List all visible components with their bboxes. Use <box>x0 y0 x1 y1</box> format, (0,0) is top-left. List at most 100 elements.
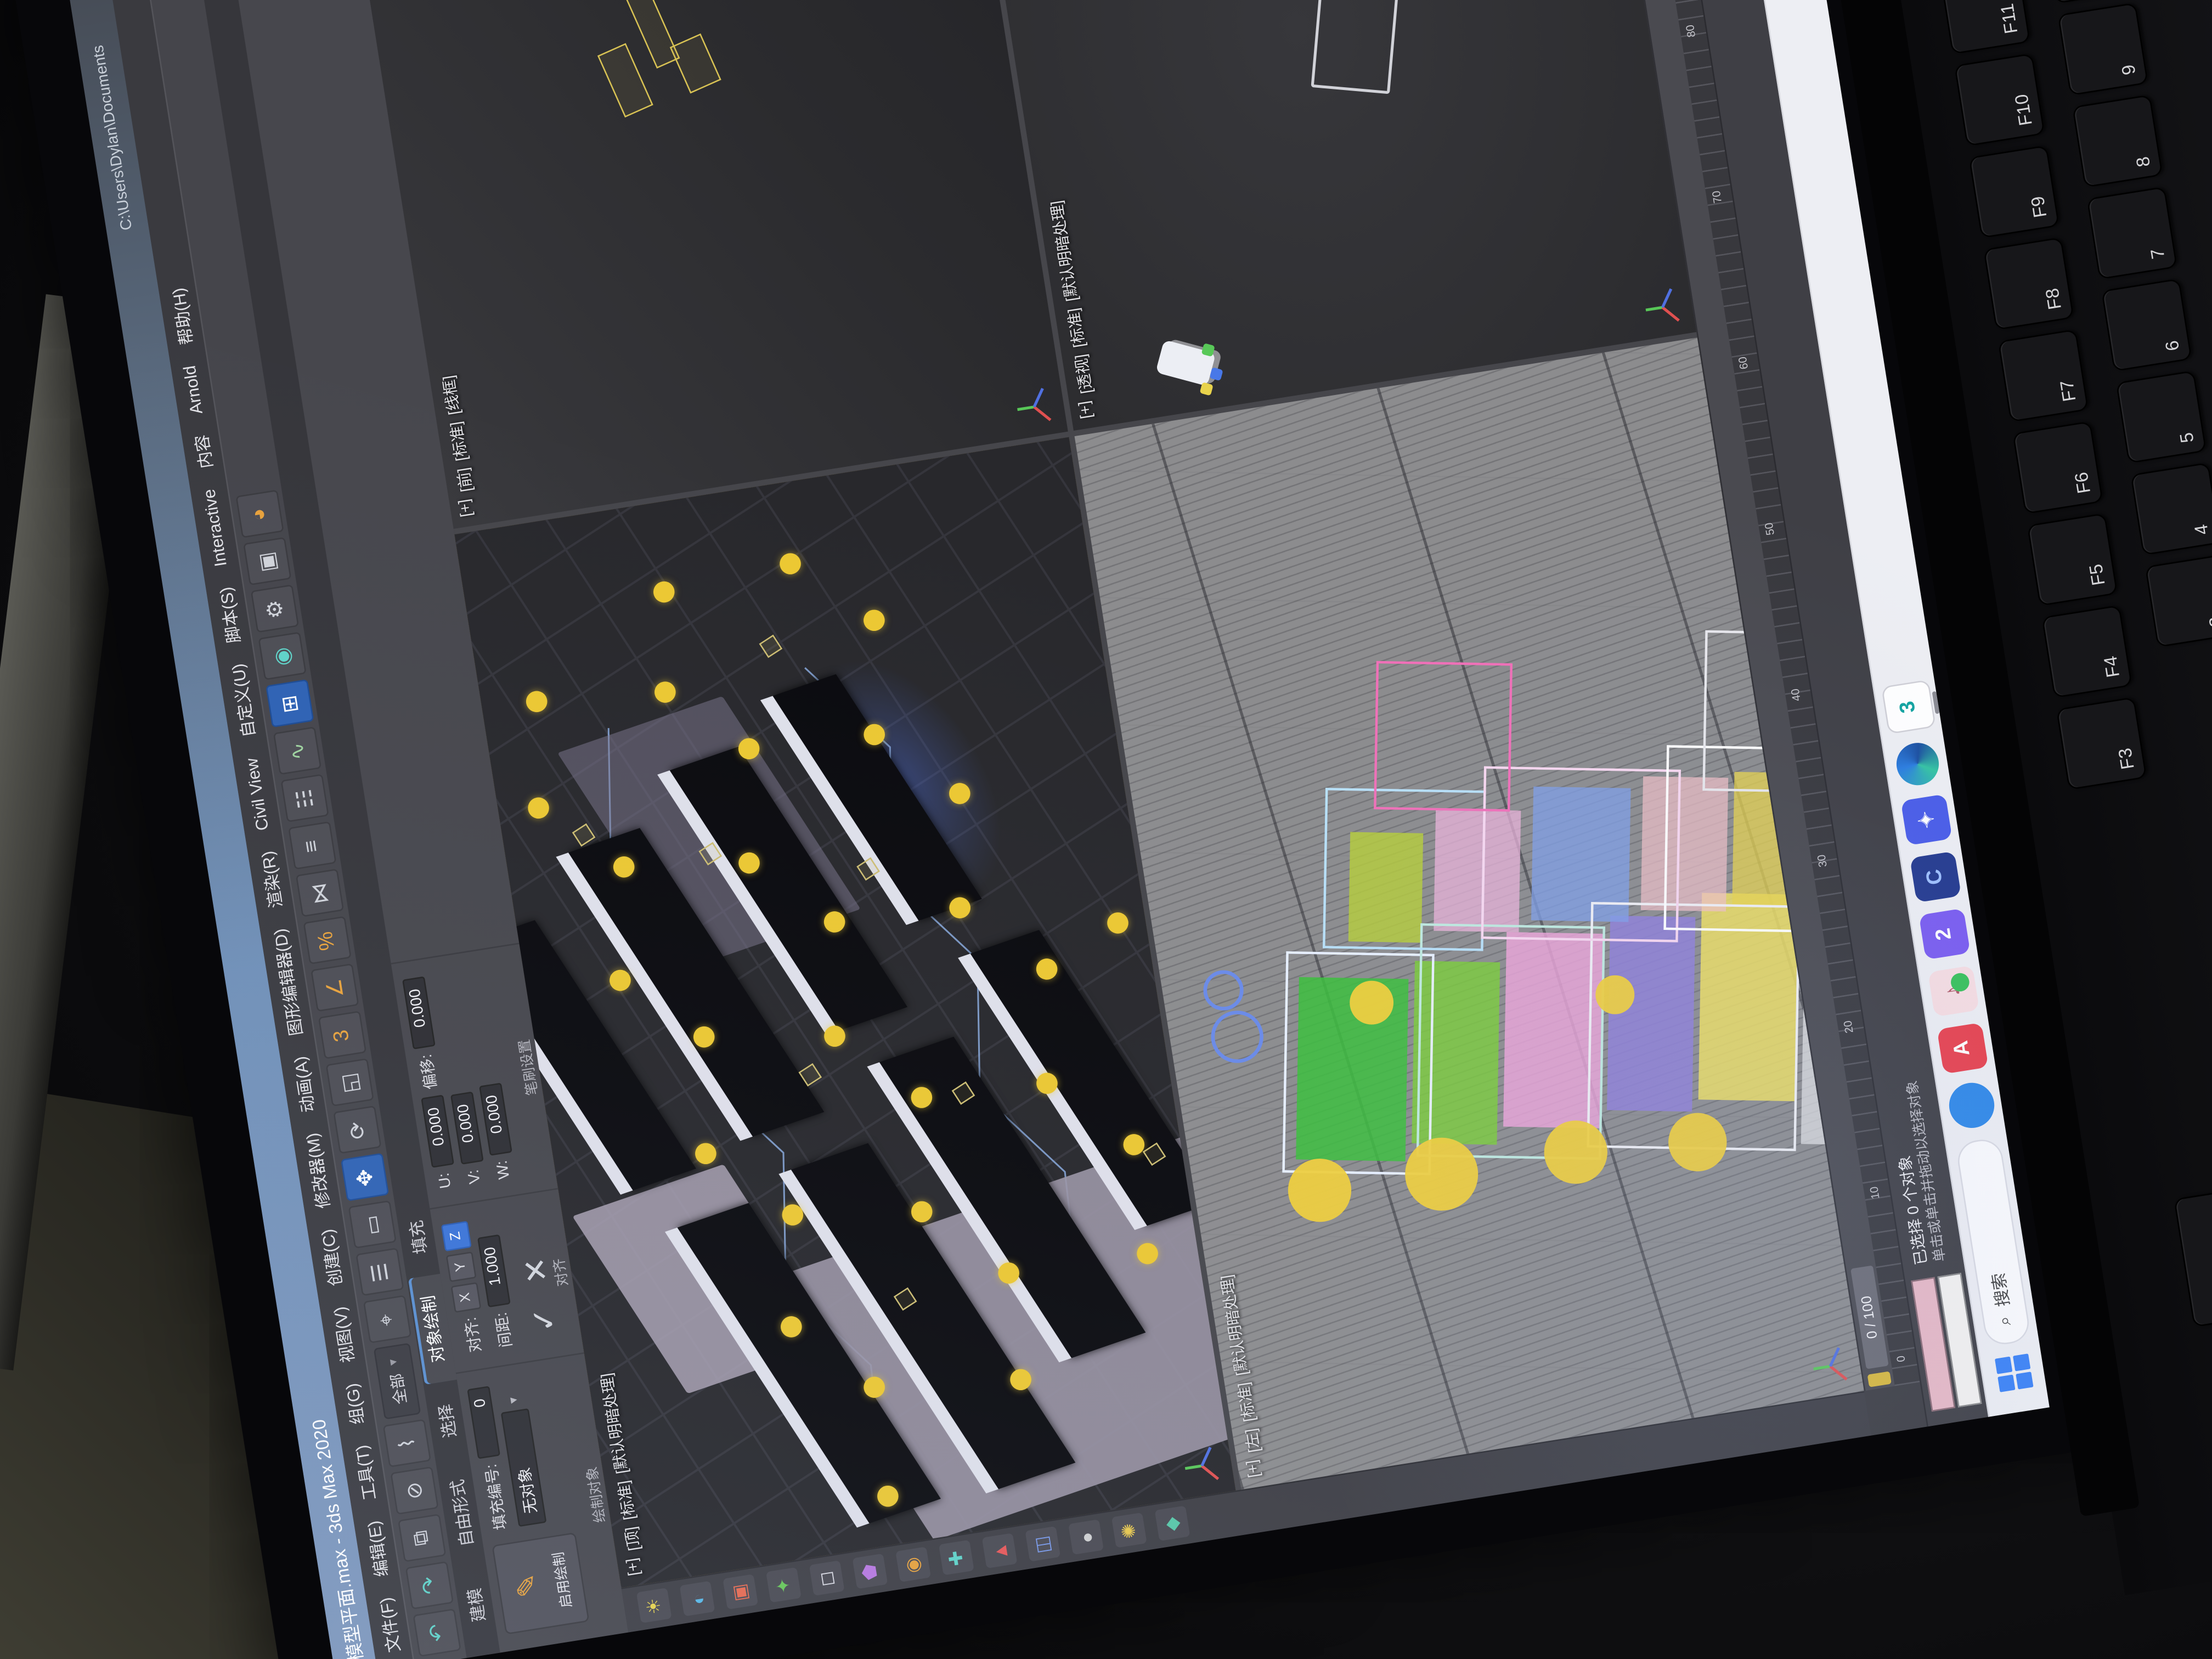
redo-icon[interactable]: ↷ <box>404 1561 453 1610</box>
viewport-front[interactable]: [+] [前] [标准] [线框] <box>350 0 1068 529</box>
key-6[interactable]: 6 <box>2101 278 2192 371</box>
time-slider-cap[interactable] <box>1867 1371 1892 1387</box>
rotate-icon[interactable]: ⟳ <box>332 1106 381 1154</box>
bind-spacewarp-icon[interactable]: ⌇ <box>382 1419 430 1468</box>
key-8[interactable]: 8 <box>2072 94 2163 188</box>
menu-item-16[interactable]: 帮助(H) <box>165 286 198 347</box>
axis-button-Z[interactable]: Z <box>441 1221 472 1251</box>
app-3dsmax[interactable]: 3 <box>1881 680 1936 735</box>
key-7[interactable]: 7 <box>2087 187 2178 280</box>
curve-editor-icon[interactable]: ∿ <box>273 727 321 776</box>
app-meeting[interactable]: 2 <box>1918 909 1970 960</box>
flare-icon[interactable]: ✺ <box>1111 1513 1147 1549</box>
render-setup-icon[interactable]: ⚙ <box>250 585 298 634</box>
viewport-label-segment[interactable]: [标准] <box>444 420 472 463</box>
menu-item-14[interactable]: 内容 <box>188 433 217 470</box>
fill-number-field[interactable]: 0 <box>467 1386 500 1459</box>
key-F9[interactable]: F9 <box>1969 145 2060 239</box>
menu-item-0[interactable]: 文件(F) <box>373 1596 405 1655</box>
plane-icon[interactable]: ◻ <box>809 1561 845 1596</box>
app-edge[interactable] <box>1893 740 1941 788</box>
app-music[interactable]: ♪ <box>1927 966 1979 1017</box>
viewport-label-segment[interactable]: [左] <box>1239 1427 1266 1454</box>
menu-item-4[interactable]: 视图(V) <box>326 1305 359 1364</box>
menu-item-9[interactable]: 渲染(R) <box>254 849 287 910</box>
mirror-icon[interactable]: ⋈ <box>295 870 343 918</box>
poly-icon[interactable]: ⬟ <box>853 1554 888 1590</box>
viewport-label-segment[interactable]: [+] <box>1244 1458 1269 1479</box>
dot-icon[interactable]: ● <box>1068 1520 1104 1556</box>
menu-item-1[interactable]: 编辑(E) <box>360 1519 393 1578</box>
key-F4[interactable]: F4 <box>2041 605 2132 698</box>
layer-manager-icon[interactable]: ☷ <box>280 775 328 823</box>
star-icon[interactable]: ✦ <box>766 1568 802 1604</box>
schematic-view-icon[interactable]: ⊞ <box>265 680 313 728</box>
target-icon[interactable]: ◉ <box>895 1547 931 1583</box>
key-F10[interactable]: F10 <box>1954 53 2045 146</box>
menu-item-3[interactable]: 组(G) <box>338 1382 369 1426</box>
select-by-name-icon[interactable]: ☰ <box>355 1249 403 1297</box>
key-F6[interactable]: F6 <box>2012 421 2103 514</box>
viewport-label-segment[interactable]: [线框] <box>437 374 465 416</box>
app-red[interactable]: A <box>1936 1023 1988 1074</box>
axis-button-Y[interactable]: Y <box>446 1251 477 1282</box>
key-4[interactable]: 4 <box>2130 462 2212 556</box>
select-link-icon[interactable]: ⧉ <box>397 1514 445 1562</box>
key-9[interactable]: 9 <box>2057 3 2148 96</box>
key-F3[interactable]: F3 <box>2056 697 2147 790</box>
viewport-label-segment[interactable]: [+] <box>456 497 482 518</box>
menu-item-10[interactable]: Civil View <box>241 757 272 832</box>
menu-item-2[interactable]: 工具(T) <box>348 1443 381 1502</box>
select-region-icon[interactable]: ▭ <box>347 1201 396 1249</box>
window-icon[interactable]: ◫ <box>1025 1527 1061 1562</box>
selection-filter-dropdown[interactable]: 全部▾ <box>373 1344 420 1420</box>
key-F8[interactable]: F8 <box>1983 237 2074 330</box>
menu-item-15[interactable]: Arnold <box>179 364 207 416</box>
diamond-icon[interactable]: ◆ <box>1155 1506 1190 1542</box>
offset-field[interactable]: 0.000 <box>402 976 436 1049</box>
angle-snap-icon[interactable]: ∠ <box>310 964 358 1012</box>
viewport-label-segment[interactable]: [透视] <box>1069 353 1097 396</box>
app-navy[interactable]: C <box>1909 851 1961 903</box>
align-icon[interactable]: ≡ <box>287 822 336 870</box>
box-icon[interactable]: ▣ <box>723 1575 759 1610</box>
menu-item-11[interactable]: 自定义(U) <box>224 662 259 740</box>
sphere-icon[interactable]: ◐ <box>680 1582 715 1617</box>
percent-snap-icon[interactable]: % <box>302 917 351 965</box>
w-field[interactable]: 0.000 <box>479 1082 512 1155</box>
enable-paint-button[interactable]: ✎ 启用绘制 <box>492 1532 589 1635</box>
v-field[interactable]: 0.000 <box>450 1091 484 1164</box>
viewport-label-segment[interactable]: [+] <box>624 1556 649 1577</box>
app-blue[interactable]: ✦ <box>1900 794 1951 845</box>
viewport-label-segment[interactable]: [+] <box>1076 399 1102 420</box>
menu-item-12[interactable]: 脚本(S) <box>212 585 245 645</box>
render-frame-icon[interactable]: ▣ <box>242 538 291 586</box>
menu-item-13[interactable]: Interactive <box>199 488 231 568</box>
scale-icon[interactable]: ◱ <box>325 1059 373 1107</box>
snap-toggle-icon[interactable]: 3 <box>318 1012 366 1060</box>
menu-item-6[interactable]: 修改器(M) <box>299 1131 335 1210</box>
render-icon[interactable]: ◕ <box>235 490 283 539</box>
key-F7[interactable]: F7 <box>1998 329 2089 422</box>
start-button[interactable] <box>1994 1353 2033 1392</box>
cone-icon[interactable]: ▲ <box>982 1534 1018 1570</box>
key-5[interactable]: 5 <box>2116 370 2207 464</box>
viewport-label-segment[interactable]: [标准] <box>1062 307 1090 349</box>
viewport-label-segment[interactable]: [顶] <box>619 1525 645 1553</box>
select-move-icon[interactable]: ✥ <box>340 1154 388 1202</box>
axis-button-X[interactable]: X <box>450 1282 481 1313</box>
sun-light-icon[interactable]: ☀ <box>636 1588 672 1624</box>
unlink-icon[interactable]: ⊘ <box>390 1466 438 1515</box>
spacing-field[interactable]: 1.000 <box>477 1234 511 1307</box>
key-3[interactable]: 3 <box>2145 554 2212 647</box>
select-object-icon[interactable]: ⌖ <box>363 1296 411 1344</box>
app-chat-blue[interactable] <box>1945 1080 1997 1131</box>
viewport-label-segment[interactable]: [前] <box>452 466 478 494</box>
menu-item-5[interactable]: 创建(C) <box>314 1228 347 1288</box>
key-F5[interactable]: F5 <box>2027 513 2118 606</box>
viewport-label-segment[interactable]: [默认明暗处理] <box>1045 199 1083 303</box>
material-editor-icon[interactable]: ◉ <box>257 633 306 681</box>
undo-icon[interactable]: ↶ <box>412 1609 460 1657</box>
u-field[interactable]: 0.000 <box>421 1094 454 1167</box>
plus-icon[interactable]: ✚ <box>939 1541 974 1576</box>
